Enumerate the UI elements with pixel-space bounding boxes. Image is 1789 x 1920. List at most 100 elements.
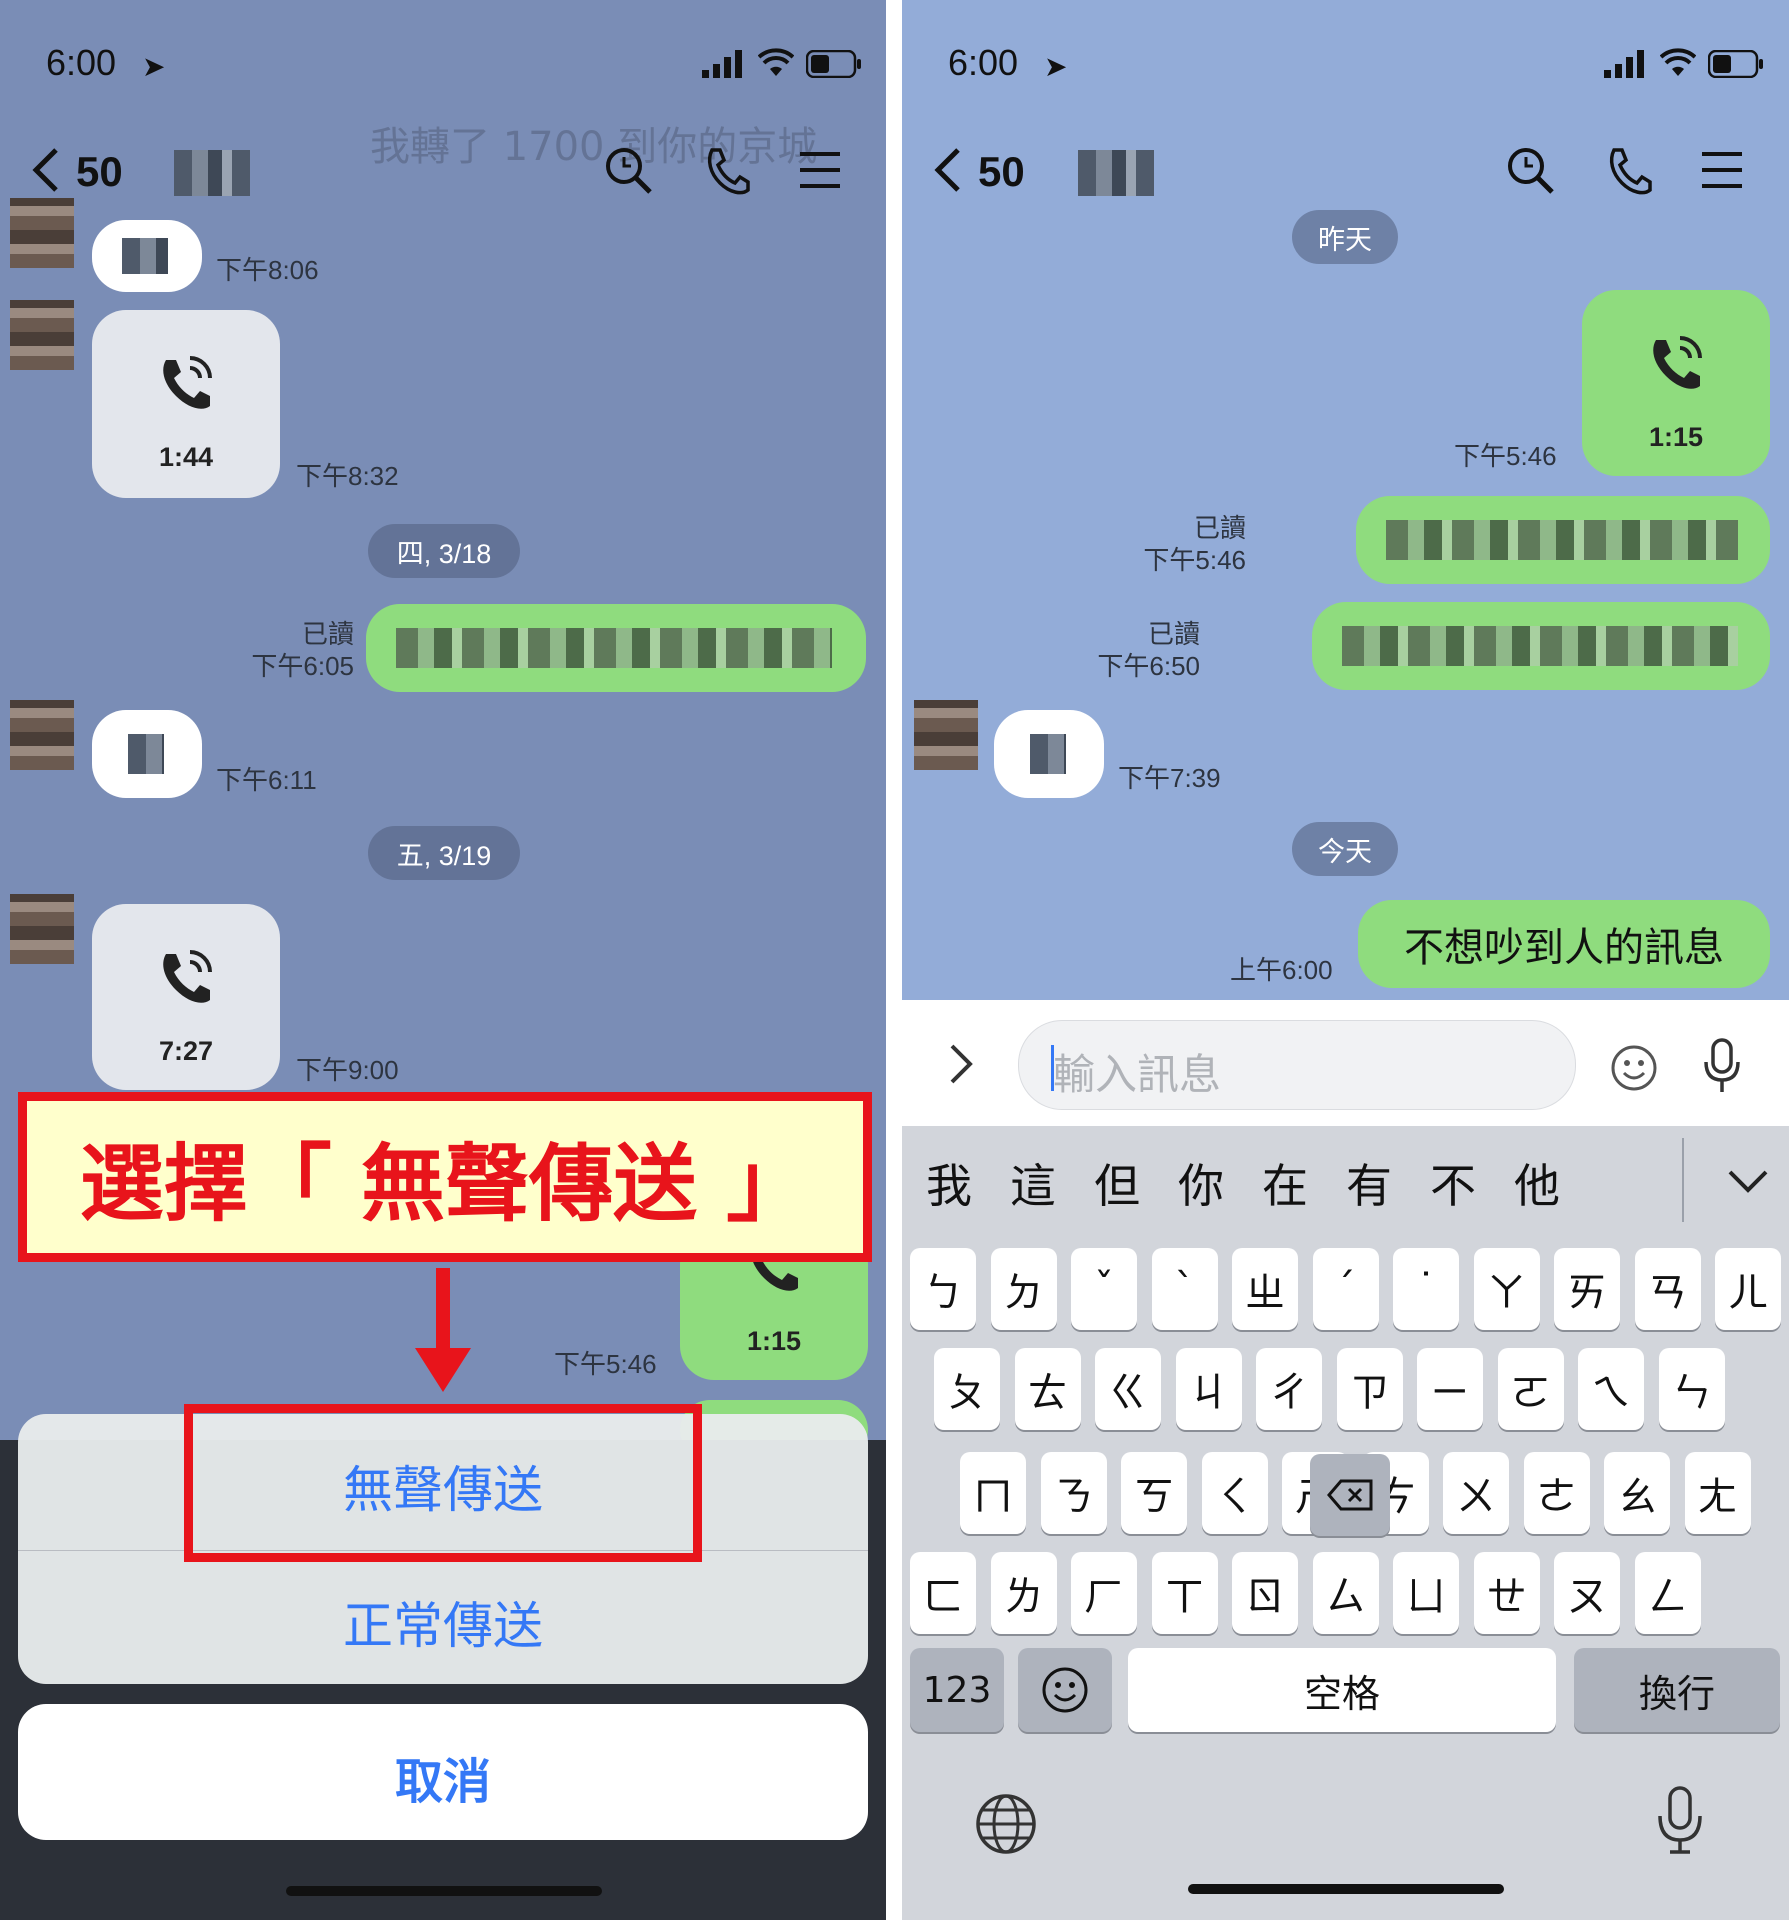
call-bubble[interactable]: 1:15 — [1582, 290, 1770, 476]
keyboard-key[interactable]: ㄜ — [1523, 1452, 1590, 1534]
keyboard-key[interactable]: ㄒ — [1151, 1552, 1218, 1634]
globe-icon[interactable] — [974, 1792, 1038, 1860]
arrow-down-icon — [415, 1348, 471, 1392]
call-duration: 1:15 — [1648, 422, 1704, 452]
message-time: 下午5:46 — [554, 1349, 657, 1379]
keyboard-key[interactable]: ㄉ — [990, 1248, 1057, 1330]
keyboard-key[interactable]: ㄅ — [910, 1248, 976, 1330]
panel-divider — [886, 0, 902, 1920]
keyboard-key[interactable]: ㄔ — [1256, 1348, 1322, 1430]
microphone-icon[interactable] — [1702, 1038, 1742, 1098]
keyboard-key[interactable]: ㄚ — [1473, 1248, 1540, 1330]
unread-count: 50 — [76, 148, 123, 195]
keyboard-key[interactable]: ㄈ — [910, 1552, 976, 1634]
keyboard-key[interactable]: ㄓ — [1232, 1248, 1298, 1330]
message-bubble[interactable] — [92, 220, 202, 292]
menu-icon[interactable] — [800, 150, 842, 194]
keyboard-key[interactable]: ㄛ — [1497, 1348, 1564, 1430]
input-placeholder: 輸入訊息 — [1053, 1050, 1222, 1099]
search-icon[interactable] — [1506, 146, 1556, 200]
candidate-char[interactable]: 這 — [1010, 1150, 1056, 1216]
keyboard-key[interactable]: ㄨ — [1443, 1452, 1509, 1534]
message-bubble[interactable] — [1356, 496, 1770, 584]
keyboard-key[interactable]: ㄢ — [1634, 1248, 1701, 1330]
emoji-icon[interactable] — [1609, 1043, 1659, 1097]
back-button[interactable] — [30, 146, 60, 198]
keyboard-key[interactable]: ㄙ — [1312, 1552, 1379, 1634]
keyboard-key[interactable]: ˙ — [1393, 1248, 1459, 1330]
keyboard-key[interactable]: ㄩ — [1393, 1552, 1459, 1634]
keyboard-key[interactable]: ㄤ — [1684, 1452, 1751, 1534]
candidate-char[interactable]: 有 — [1346, 1150, 1392, 1216]
keyboard-key[interactable]: ㄞ — [1554, 1248, 1620, 1330]
keyboard-key[interactable]: ㄥ — [1634, 1552, 1701, 1634]
menu-icon[interactable] — [1702, 150, 1744, 194]
candidate-char[interactable]: 不 — [1430, 1150, 1476, 1216]
back-button[interactable] — [932, 146, 962, 198]
keyboard-key[interactable]: ㄖ — [1232, 1552, 1298, 1634]
keyboard-key[interactable]: ㄑ — [1201, 1452, 1268, 1534]
message-time: 下午5:46 — [1454, 441, 1557, 471]
call-bubble[interactable]: 1:44 — [92, 310, 280, 498]
keyboard-key[interactable]: ㄣ — [1658, 1348, 1725, 1430]
keyboard-key[interactable]: ˊ — [1312, 1248, 1379, 1330]
call-bubble[interactable]: 7:27 — [92, 904, 280, 1090]
keyboard-key[interactable]: ㄍ — [1095, 1348, 1161, 1430]
keyboard-key[interactable]: ㄏ — [1071, 1552, 1137, 1634]
search-icon[interactable] — [604, 146, 654, 200]
normal-send-button[interactable]: 正常傳送 — [18, 1586, 868, 1658]
delete-key[interactable] — [1310, 1454, 1390, 1536]
avatar[interactable] — [10, 894, 74, 964]
keyboard-key[interactable]: ㄠ — [1604, 1452, 1670, 1534]
annotation-callout: 選擇「 無聲傳送 」 — [18, 1092, 872, 1262]
message-time: 上午6:00 — [1230, 955, 1333, 985]
avatar[interactable] — [10, 700, 74, 770]
wifi-icon — [1659, 48, 1697, 82]
space-key[interactable]: 空格 — [1128, 1648, 1556, 1732]
keyboard-key[interactable]: ㄆ — [934, 1348, 1000, 1430]
message-bubble[interactable] — [366, 604, 866, 692]
keyboard-key[interactable]: ˇ — [1071, 1248, 1137, 1330]
candidate-char[interactable]: 我 — [926, 1150, 972, 1216]
keyboard-key[interactable]: ˋ — [1151, 1248, 1218, 1330]
cancel-button[interactable]: 取消 — [18, 1742, 868, 1812]
message-bubble[interactable] — [994, 710, 1104, 798]
message-time: 下午8:06 — [216, 255, 319, 285]
candidate-char[interactable]: 他 — [1514, 1150, 1560, 1216]
message-bubble[interactable] — [1312, 602, 1770, 690]
keyboard-key[interactable]: ㄝ — [1473, 1552, 1540, 1634]
keyboard-key[interactable]: ㄧ — [1417, 1348, 1483, 1430]
emoji-key[interactable] — [1018, 1648, 1112, 1732]
status-time: 6:00 — [948, 42, 1019, 83]
keyboard-key[interactable]: ㄐ — [1175, 1348, 1242, 1430]
candidate-char[interactable]: 但 — [1094, 1150, 1140, 1216]
message-bubble[interactable]: 不想吵到人的訊息 — [1358, 900, 1770, 988]
candidate-char[interactable]: 在 — [1262, 1150, 1308, 1216]
numbers-key[interactable]: 123 — [910, 1648, 1004, 1732]
candidate-divider — [1682, 1138, 1684, 1222]
chevron-down-icon[interactable] — [1726, 1168, 1770, 1198]
keyboard-key[interactable]: ㄡ — [1554, 1552, 1620, 1634]
signal-icon — [1604, 50, 1646, 82]
keyboard-key[interactable]: ㄊ — [1014, 1348, 1081, 1430]
keyboard-key[interactable]: ㄇ — [960, 1452, 1026, 1534]
keyboard-key[interactable]: ㄟ — [1578, 1348, 1644, 1430]
candidate-char[interactable]: 你 — [1178, 1150, 1224, 1216]
keyboard-key[interactable]: ㄎ — [1121, 1452, 1187, 1534]
keyboard-key[interactable]: ㄦ — [1715, 1248, 1781, 1330]
keyboard-key[interactable]: ㄌ — [990, 1552, 1057, 1634]
avatar[interactable] — [10, 300, 74, 370]
return-key[interactable]: 換行 — [1574, 1648, 1780, 1732]
avatar[interactable] — [914, 700, 978, 770]
phone-icon[interactable] — [1604, 146, 1652, 200]
avatar[interactable] — [10, 198, 74, 268]
message-input[interactable]: 輸入訊息 — [1018, 1020, 1657, 1110]
keyboard-key[interactable]: ㄗ — [1336, 1348, 1403, 1430]
phone-icon[interactable] — [702, 146, 750, 200]
message-bubble[interactable] — [92, 710, 202, 798]
chevron-right-icon[interactable] — [948, 1042, 974, 1090]
keyboard-key[interactable]: ㄋ — [1040, 1452, 1107, 1534]
dictation-microphone-icon[interactable] — [1656, 1786, 1704, 1860]
cancel-sheet: 取消 — [18, 1704, 868, 1840]
battery-icon — [1707, 49, 1764, 82]
